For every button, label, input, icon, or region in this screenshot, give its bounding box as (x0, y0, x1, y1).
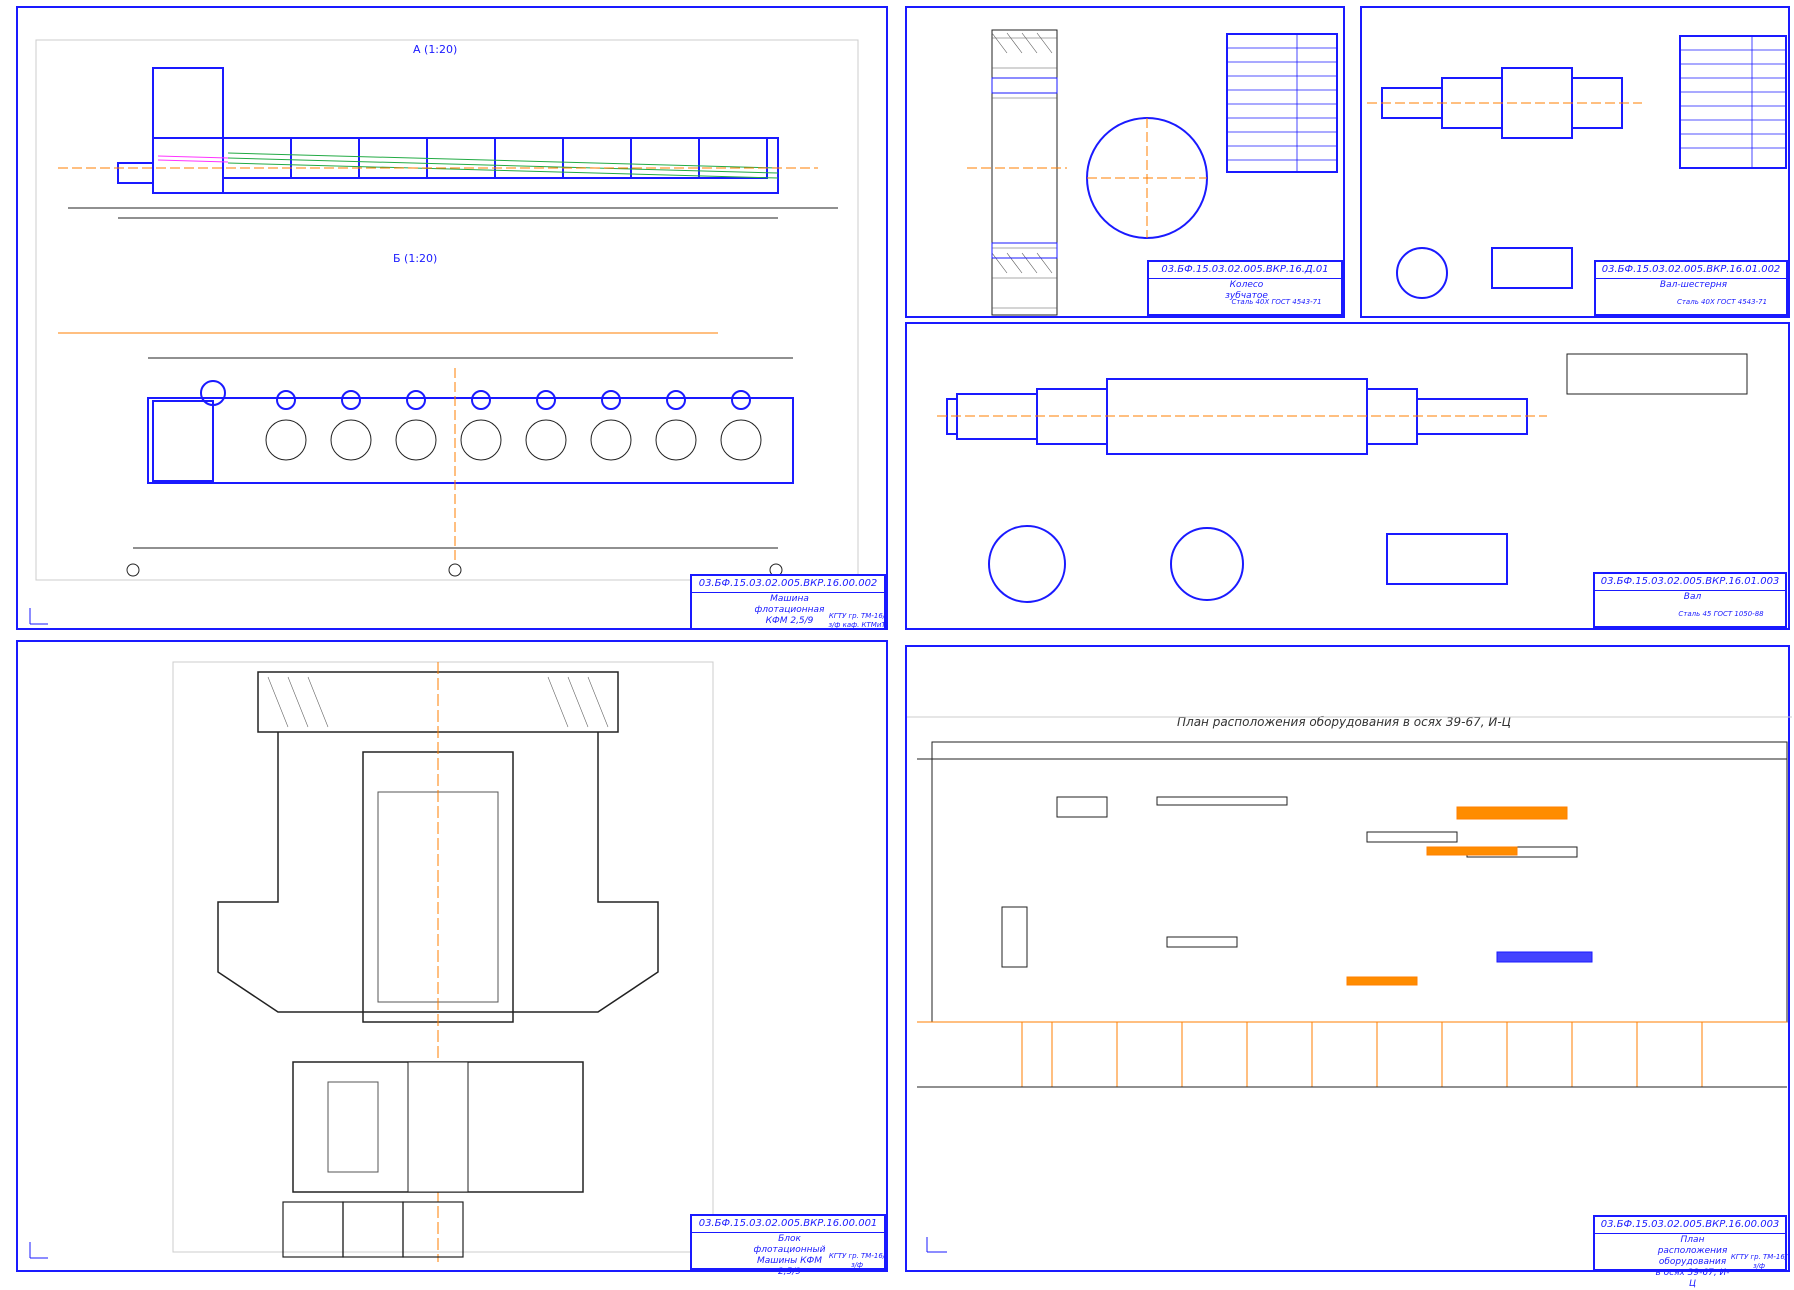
title-block-org: КГТУ гр. ТМ-16/з/ф (1730, 1253, 1788, 1270)
view-a-label: А (1:20) (413, 43, 457, 56)
title-block-gear: 03.БФ.15.03.02.005.ВКР.16.Д.01 Колесо зу… (1147, 260, 1343, 316)
title-block-layout: 03.БФ.15.03.02.005.ВКР.16.00.003 План ра… (1593, 1215, 1788, 1289)
sheet-gear: 03.БФ.15.03.02.005.ВКР.16.Д.01 Колесо зу… (905, 6, 1345, 318)
sheet-shaft: 03.БФ.15.03.02.005.ВКР.16.01.003 Вал Ста… (905, 322, 1790, 630)
title-block-assembly: 03.БФ.15.03.02.005.ВКР.16.00.001 Блок фл… (690, 1214, 886, 1277)
title-block-name: Вал-шестерня (1659, 280, 1728, 290)
sheet-shaft-gear: 03.БФ.15.03.02.005.ВКР.16.01.002 Вал-шес… (1360, 6, 1790, 318)
title-block-org: Сталь 45 ГОСТ 1050-88 (1678, 610, 1764, 618)
title-block-name: Машина флотационная КФМ 2,5/9 (754, 594, 825, 626)
title-block-name: Блок флотационный Машины КФМ 2,5/9 (753, 1234, 826, 1277)
title-block-machine: 03.БФ.15.03.02.005.ВКР.16.00.002 Машина … (690, 574, 886, 630)
title-block-shaft-gear: 03.БФ.15.03.02.005.ВКР.16.01.002 Вал-шес… (1594, 260, 1788, 316)
title-block-code: 03.БФ.15.03.02.005.ВКР.16.01.003 (1595, 574, 1785, 591)
machine-drawing: А (1:20) Б (1:20) (29, 39, 859, 625)
title-block-org: КГТУ гр. ТМ-16/з/ф каф. КТМиТ (828, 612, 886, 629)
sheet-assembly: 03.БФ.15.03.02.005.ВКР.16.00.001 Блок фл… (16, 640, 888, 1277)
title-block-org: Сталь 40Х ГОСТ 4543-71 (1231, 298, 1322, 306)
title-block-code: 03.БФ.15.03.02.005.ВКР.16.00.002 (692, 576, 884, 593)
title-block-org: КГТУ гр. ТМ-16/з/ф (828, 1252, 886, 1269)
title-block-code: 03.БФ.15.03.02.005.ВКР.16.Д.01 (1149, 262, 1341, 279)
sheet-equipment-layout: План расположения оборудования в осях 39… (905, 645, 1792, 1289)
title-block-code: 03.БФ.15.03.02.005.ВКР.16.01.002 (1596, 262, 1786, 279)
title-block-code: 03.БФ.15.03.02.005.ВКР.16.00.003 (1595, 1217, 1785, 1234)
title-block-shaft: 03.БФ.15.03.02.005.ВКР.16.01.003 Вал Ста… (1593, 572, 1787, 628)
title-block-org: Сталь 40Х ГОСТ 4543-71 (1676, 298, 1768, 306)
title-block-code: 03.БФ.15.03.02.005.ВКР.16.00.001 (692, 1216, 884, 1233)
title-block-name: Вал (1683, 592, 1702, 602)
title-block-name: План расположения оборудования в осях 39… (1655, 1235, 1730, 1289)
assembly-drawing (29, 661, 714, 1262)
view-b-label: Б (1:20) (393, 252, 437, 265)
sheet-flotation-machine: А (1:20) Б (1:20) 03.БФ.15.03.02.005.ВКР… (16, 6, 888, 630)
layout-drawing (907, 716, 1792, 1253)
